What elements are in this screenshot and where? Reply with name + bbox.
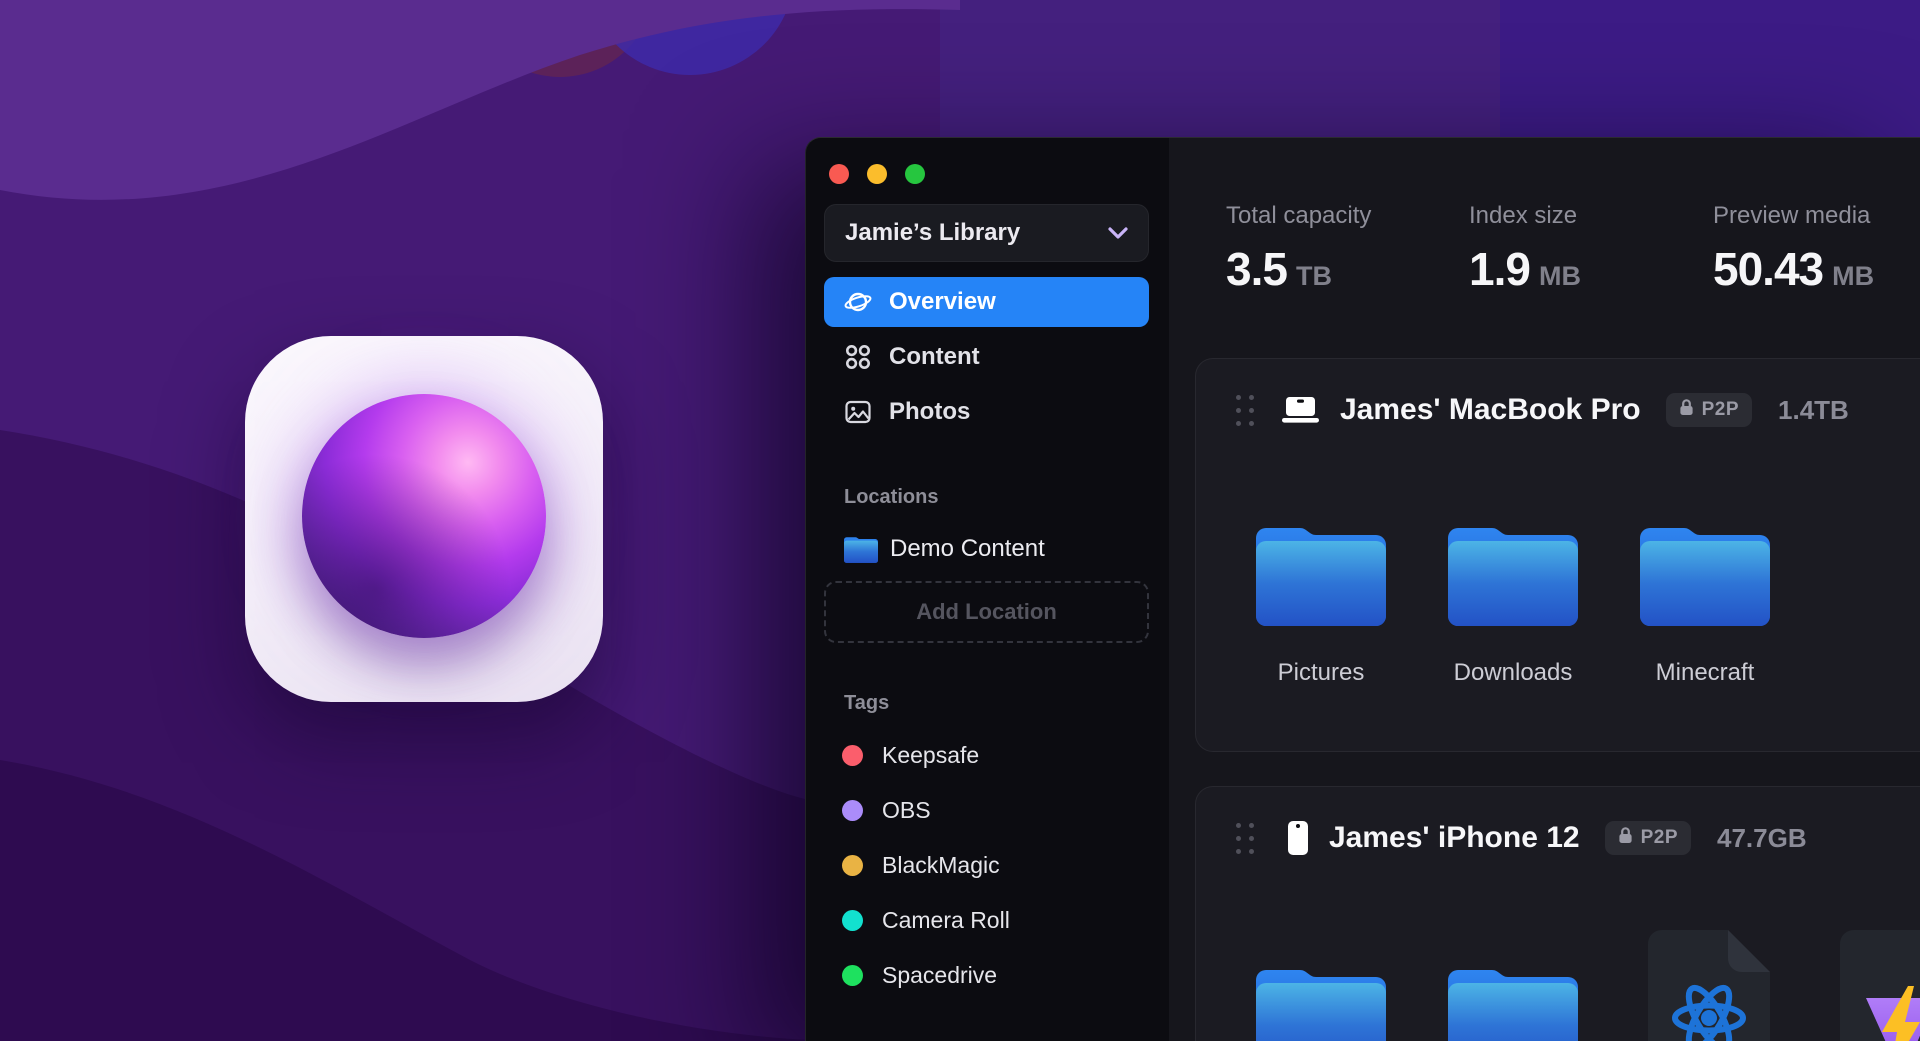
stat-total-capacity: Total capacity 3.5 TB xyxy=(1226,202,1371,296)
device-card-macbook: James' MacBook Pro P2P 1.4TB xyxy=(1195,358,1920,752)
device-name: James' MacBook Pro xyxy=(1340,393,1641,427)
stat-unit: MB xyxy=(1539,261,1581,292)
stat-value: 1.9 xyxy=(1469,242,1530,296)
tag-label: Camera Roll xyxy=(882,907,1010,934)
tag-color-dot xyxy=(842,910,863,931)
tag-item-camera-roll[interactable]: Camera Roll xyxy=(824,901,1149,939)
stat-index-size: Index size 1.9 MB xyxy=(1469,202,1581,296)
overview-panel: Total capacity 3.5 TB Index size 1.9 MB … xyxy=(1169,138,1920,1041)
device-card-header: James' iPhone 12 P2P 47.7GB xyxy=(1236,817,1807,859)
vite-file-item[interactable] xyxy=(1816,930,1920,1041)
folder-item[interactable] xyxy=(1428,962,1598,1041)
minimize-window-button[interactable] xyxy=(867,164,887,184)
folder-icon xyxy=(1448,520,1578,626)
p2p-badge: P2P xyxy=(1666,393,1752,427)
close-window-button[interactable] xyxy=(829,164,849,184)
p2p-badge-label: P2P xyxy=(1641,827,1678,849)
stat-label: Preview media xyxy=(1713,202,1874,230)
sidebar-item-content[interactable]: Content xyxy=(824,332,1149,382)
stat-value: 50.43 xyxy=(1713,242,1823,296)
item-label: Pictures xyxy=(1236,659,1406,687)
lock-icon xyxy=(1679,398,1694,422)
tag-item-blackmagic[interactable]: BlackMagic xyxy=(824,846,1149,884)
tag-label: BlackMagic xyxy=(882,852,1000,879)
tag-color-dot xyxy=(842,855,863,876)
folder-item[interactable]: Downloads xyxy=(1428,520,1598,687)
phone-icon xyxy=(1288,821,1308,855)
tag-label: Keepsafe xyxy=(882,742,979,769)
lock-icon xyxy=(1618,826,1633,850)
folder-icon xyxy=(1640,520,1770,626)
tags-header: Tags xyxy=(844,692,889,715)
folder-item[interactable]: Pictures xyxy=(1236,520,1406,687)
folder-icon xyxy=(1256,962,1386,1041)
stat-unit: TB xyxy=(1296,261,1332,292)
p2p-badge: P2P xyxy=(1605,821,1691,855)
stat-label: Total capacity xyxy=(1226,202,1371,230)
device-card-header: James' MacBook Pro P2P 1.4TB xyxy=(1236,389,1849,431)
device-name: James' iPhone 12 xyxy=(1329,821,1580,855)
sidebar: Jamie’s Library Overview xyxy=(806,138,1169,1041)
vite-file-icon xyxy=(1840,930,1920,1041)
tag-color-dot xyxy=(842,745,863,766)
purple-sphere-logo xyxy=(302,394,546,638)
tag-color-dot xyxy=(842,800,863,821)
stat-unit: MB xyxy=(1832,261,1874,292)
item-label: Minecraft xyxy=(1620,659,1790,687)
sidebar-item-label: Content xyxy=(889,343,980,371)
drag-handle-icon[interactable] xyxy=(1236,395,1254,426)
react-file-item[interactable] xyxy=(1624,930,1794,1041)
add-location-button[interactable]: Add Location xyxy=(824,581,1149,643)
planet-icon xyxy=(844,288,872,316)
folder-icon xyxy=(1448,962,1578,1041)
tag-item-spacedrive[interactable]: Spacedrive xyxy=(824,956,1149,994)
device-card-iphone: James' iPhone 12 P2P 47.7GB xyxy=(1195,786,1920,1041)
grid-icon xyxy=(844,344,872,370)
image-icon xyxy=(844,399,872,425)
tag-label: Spacedrive xyxy=(882,962,997,989)
sidebar-item-photos[interactable]: Photos xyxy=(824,387,1149,437)
folder-icon xyxy=(1256,520,1386,626)
item-label: Downloads xyxy=(1428,659,1598,687)
locations-header: Locations xyxy=(844,486,938,509)
spacedrive-app-icon[interactable] xyxy=(245,336,603,702)
folder-item[interactable] xyxy=(1236,962,1406,1041)
device-size: 47.7GB xyxy=(1717,823,1807,854)
tag-item-obs[interactable]: OBS xyxy=(824,791,1149,829)
stat-preview-media: Preview media 50.43 MB xyxy=(1713,202,1874,296)
tag-color-dot xyxy=(842,965,863,986)
sidebar-nav: Overview Content xyxy=(824,277,1149,442)
folder-icon xyxy=(844,535,878,563)
library-name: Jamie’s Library xyxy=(845,219,1020,247)
sidebar-item-demo-content[interactable]: Demo Content xyxy=(824,528,1149,570)
location-label: Demo Content xyxy=(890,535,1045,563)
stat-value: 3.5 xyxy=(1226,242,1287,296)
sidebar-item-label: Overview xyxy=(889,288,996,316)
spacedrive-window: Jamie’s Library Overview xyxy=(805,137,1920,1041)
zoom-window-button[interactable] xyxy=(905,164,925,184)
library-selector[interactable]: Jamie’s Library xyxy=(824,204,1149,262)
sidebar-item-label: Photos xyxy=(889,398,970,426)
p2p-badge-label: P2P xyxy=(1702,399,1739,421)
tag-label: OBS xyxy=(882,797,931,824)
chevron-down-icon xyxy=(1108,227,1128,240)
laptop-icon xyxy=(1282,397,1319,423)
tag-item-keepsafe[interactable]: Keepsafe xyxy=(824,736,1149,774)
sidebar-item-overview[interactable]: Overview xyxy=(824,277,1149,327)
stat-label: Index size xyxy=(1469,202,1581,230)
react-file-icon xyxy=(1648,930,1770,1041)
folder-item[interactable]: Minecraft xyxy=(1620,520,1790,687)
device-size: 1.4TB xyxy=(1778,395,1849,426)
drag-handle-icon[interactable] xyxy=(1236,823,1254,854)
